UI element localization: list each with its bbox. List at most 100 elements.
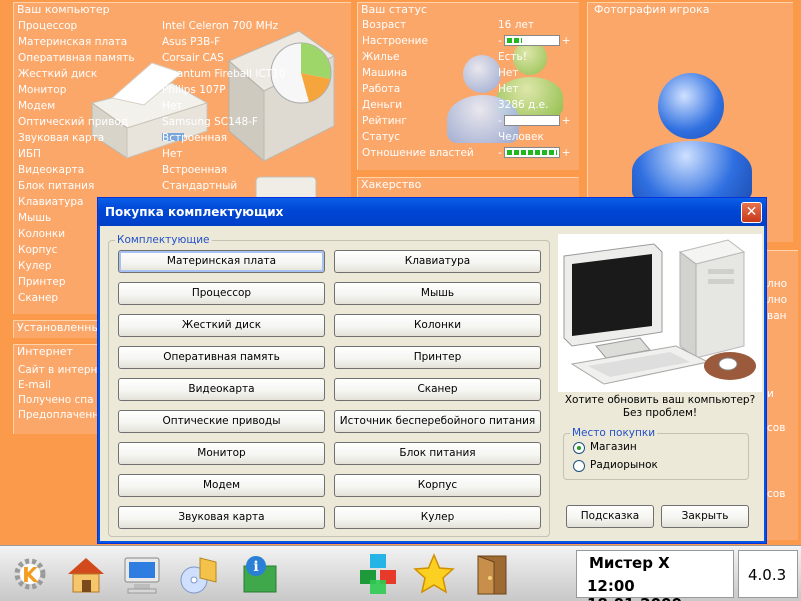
home-icon[interactable] [64,552,108,596]
components-group-label: Комплектующие [115,234,212,246]
bar-plus: + [561,35,571,47]
component-button[interactable]: Источник бесперебойного питания [334,410,541,433]
dialog-close-button[interactable]: ✕ [741,202,762,223]
component-button[interactable]: Жесткий диск [118,314,325,337]
component-button[interactable]: Принтер [334,346,541,369]
version-label: 4.0.3 [748,566,787,584]
spec-label: Жесткий диск [18,68,98,80]
version-box: 4.0.3 [738,550,798,598]
purchase-radio[interactable] [573,442,585,454]
purchase-dialog: Покупка комплектующих ✕ Комплектующие Ма… [97,197,767,544]
status-value: Нет [498,83,519,95]
internet-row: E-mail [18,379,51,391]
door-icon[interactable] [470,552,514,596]
component-button[interactable]: Кулер [334,506,541,529]
spec-label: Оптический привод [18,116,129,128]
component-button[interactable]: Модем [118,474,325,497]
spec-value: Asus P3B-F [162,36,221,48]
kde-icon[interactable]: K [8,552,52,596]
spec-label: Кулер [18,260,52,272]
svg-text:i: i [253,559,258,575]
cd-box-icon[interactable] [178,552,222,596]
computer-icon[interactable] [120,552,164,596]
spec-label: Звуковая карта [18,132,105,144]
status-value: Человек [498,131,544,143]
dialog-titlebar[interactable]: Покупка комплектующих ✕ [98,198,766,226]
component-button[interactable]: Процессор [118,282,325,305]
internet-row: Получено спа [18,394,94,406]
game-datetime: 12:00 18.01.2000 [587,577,682,601]
status-label: Машина [362,67,408,79]
component-button[interactable]: Клавиатура [334,250,541,273]
clipped-text: лно [767,278,788,290]
component-button[interactable]: Сканер [334,378,541,401]
component-button[interactable]: Видеокарта [118,378,325,401]
purchase-radio-label[interactable]: Радиорынок [590,459,658,471]
promo-image [558,234,762,392]
status-progress-fill [506,38,522,43]
component-button[interactable]: Оперативная память [118,346,325,369]
close-button[interactable]: Закрыть [661,505,749,528]
status-progress-bar [503,147,560,158]
component-button[interactable]: Мышь [334,282,541,305]
component-button[interactable]: Блок питания [334,442,541,465]
dialog-title: Покупка комплектующих [105,205,284,219]
spec-label: Оперативная память [18,52,135,64]
spec-value: Нет [162,100,183,112]
internet-panel-title: Интернет [17,345,73,358]
player-clock-box: Мистер X 12:00 18.01.2000 [576,550,734,601]
spec-label: Материнская плата [18,36,128,48]
purchase-radio[interactable] [573,460,585,472]
status-value: Есть! [498,51,527,63]
bar-plus: + [561,147,571,159]
star-icon[interactable] [412,552,456,596]
hacking-panel-title: Хакерство [361,178,422,191]
spec-value: Стандартный [162,180,238,192]
status-value: 3286 д.е. [498,99,549,111]
bar-minus: - [498,35,502,47]
computer-set-illustration [563,239,756,385]
spec-label: Мышь [18,212,52,224]
purchase-place-label: Место покупки [570,427,658,439]
purchase-place-group: Место покупки Магазин Радиорынок [563,427,749,480]
status-bar-row: - + [498,146,571,160]
status-value: 16 лет [498,19,534,31]
status-label: Жилье [362,51,400,63]
status-progress-bar [503,35,560,46]
clipped-text: сов [767,488,786,500]
svg-text:K: K [22,563,39,587]
internet-row: Сайт в интерне [18,364,104,376]
spec-value: Philips 107P [162,84,226,96]
player-photo[interactable] [618,63,768,203]
component-button[interactable]: Звуковая карта [118,506,325,529]
status-bar-row: - + [498,34,571,48]
cubes-icon[interactable] [356,552,400,596]
bar-minus: - [498,147,502,159]
clipped-text: сов [767,422,786,434]
spec-value: Встроенная [162,164,228,176]
status-label: Деньги [362,99,403,111]
hint-button[interactable]: Подсказка [566,505,654,528]
spec-value: Intel Celeron 700 MHz [162,20,279,32]
component-button[interactable]: Материнская плата [118,250,325,273]
spec-value: Quantum Fireball ICT10 [162,68,286,80]
component-button[interactable]: Монитор [118,442,325,465]
spec-label: Клавиатура [18,196,84,208]
component-button[interactable]: Оптические приводы [118,410,325,433]
hdd-illustration [228,30,335,163]
clipped-text: ван [767,310,787,322]
purchase-radio-label[interactable]: Магазин [590,441,637,453]
info-icon[interactable]: i [236,552,280,596]
clipped-text: лно [767,294,788,306]
status-label: Отношение властей [362,147,474,159]
status-panel-title: Ваш статус [361,3,428,16]
component-button[interactable]: Колонки [334,314,541,337]
clipped-text: и [767,388,774,400]
spec-label: Сканер [18,292,59,304]
bar-plus: + [561,115,571,127]
spec-label: Процессор [18,20,78,32]
spec-label: Корпус [18,244,58,256]
status-label: Работа [362,83,401,95]
promo-line-1: Хотите обновить ваш компьютер? [564,394,756,406]
component-button[interactable]: Корпус [334,474,541,497]
